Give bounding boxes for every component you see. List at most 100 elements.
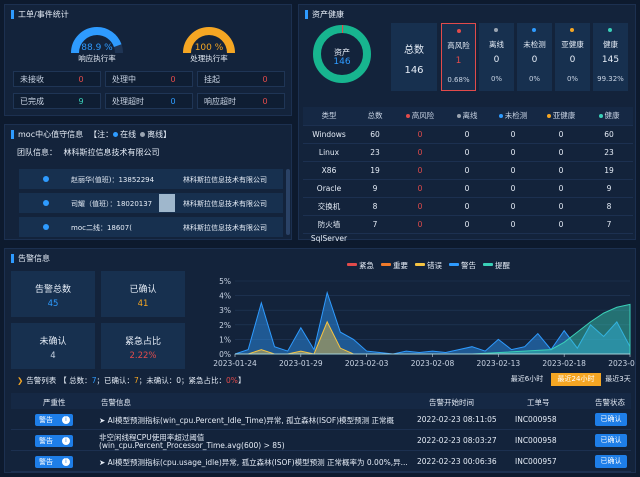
alert-kpi-card[interactable]: 告警总数 45 <box>11 271 95 317</box>
card-pct: 0% <box>490 75 503 83</box>
duty-scrollbar[interactable] <box>286 169 290 235</box>
alert-ticket[interactable]: INC000957 <box>515 457 557 466</box>
time-range-tab[interactable]: 最近6小时 <box>505 373 549 386</box>
alert-list-title: 告警列表 <box>26 376 57 385</box>
alert-kpi-card[interactable]: 未确认 4 <box>11 323 95 369</box>
asset-table-row[interactable]: 交换机 8 0 0 0 0 8 <box>303 196 633 215</box>
asset-table-cell: 0 <box>445 124 489 143</box>
status-dot-icon <box>570 28 574 32</box>
col-severity: 严重性 <box>43 398 66 407</box>
legend-label: 错误 <box>427 260 442 270</box>
total-label: 总数 <box>404 45 424 56</box>
total-value: 146 <box>404 65 424 76</box>
asset-table-cell <box>355 232 395 243</box>
confirm-status-button[interactable]: 已确认 <box>595 413 627 426</box>
workorder-panel: 工单/事件统计 88.9 % 响应执行率 100 % 处理执行率 未接收 0 处理中… <box>4 4 292 116</box>
kpi-label: 未确认 <box>39 337 67 347</box>
asset-status-card[interactable]: 未检测 0 0% <box>517 23 552 91</box>
y-tick-label: 0% <box>219 350 231 359</box>
stat-cell[interactable]: 未接收 0 <box>13 71 101 87</box>
alert-table-header: 严重性 告警信息 告警开始时间 工单号 告警状态 <box>11 393 631 409</box>
severity-badge[interactable]: 警告 i <box>35 414 73 426</box>
asset-table-row[interactable]: Linux 23 0 0 0 0 23 <box>303 142 633 161</box>
asset-status-card[interactable]: 离线 0 0% <box>479 23 514 91</box>
alert-start-time: 2022-02-23 08:11:05 <box>417 415 497 424</box>
x-tick-label: 2023-02-13 <box>477 359 521 368</box>
stat-label: 未接收 <box>20 74 44 84</box>
col-ticket: 工单号 <box>527 398 550 407</box>
asset-status-card[interactable]: 亚健康 0 0% <box>555 23 590 91</box>
asset-table-cell: 9 <box>355 178 395 197</box>
severity-info-icon: i <box>62 437 70 445</box>
alert-kpi-card[interactable]: 紧急占比 2.22% <box>101 323 185 369</box>
x-tick-label: 2023-02-18 <box>542 359 586 368</box>
asset-col-label: 未检测 <box>504 111 528 121</box>
asset-table-cell: 0 <box>489 124 537 143</box>
stat-cell[interactable]: 处理中 0 <box>105 71 193 87</box>
asset-table-row[interactable]: SqlServer <box>303 232 633 243</box>
alert-info-detail: (win_cpu.Percent_Processor_Time.avg(600)… <box>99 441 285 450</box>
response-rate-label: 响应执行率 <box>78 54 116 63</box>
asset-table-cell: Windows <box>303 124 355 143</box>
online-status-icon <box>43 224 49 230</box>
x-tick-label: 2023-02-08 <box>411 359 455 368</box>
duty-company: 林科斯拉信息技术有限公司 <box>183 224 267 232</box>
kpi-value: 2.22% <box>129 351 157 361</box>
severity-badge[interactable]: 警告 i <box>35 435 73 447</box>
asset-table-cell: 0 <box>445 178 489 197</box>
confirm-status-button[interactable]: 已确认 <box>595 455 627 468</box>
legend-swatch <box>347 263 357 266</box>
stat-label: 处理中 <box>112 74 136 84</box>
alert-start-time: 2022-02-23 00:06:36 <box>417 457 497 466</box>
asset-status-card[interactable]: 高风险 1 0.68% <box>441 23 476 91</box>
alert-list-header: ❯ 告警列表 【 总数： 7 ；已确认： 7 ；未确认： 0 ；紧急占比： 0%… <box>17 375 245 386</box>
alert-ticket[interactable]: INC000958 <box>515 436 557 445</box>
legend-swatch <box>415 263 425 266</box>
asset-table-cell: 0 <box>489 214 537 233</box>
time-range-tab[interactable]: 最近24小时 <box>551 373 601 386</box>
duty-company: 林科斯拉信息技术有限公司 <box>183 176 267 184</box>
card-label: 亚健康 <box>561 40 584 49</box>
asset-table-cell: 0 <box>395 124 445 143</box>
stat-cell[interactable]: 响应超时 0 <box>197 93 285 109</box>
asset-table-cell: 0 <box>445 142 489 161</box>
severity-info-icon: i <box>62 416 70 424</box>
asset-status-card[interactable]: 健康 145 99.32% <box>593 23 628 91</box>
asset-table-cell: 9 <box>585 178 633 197</box>
card-pct: 99.32% <box>597 75 624 83</box>
duty-row: moc二线：18607(林科斯拉信息技术有限公司 <box>19 217 283 237</box>
asset-col-header: 亚健康 <box>537 107 585 125</box>
status-dot-icon <box>608 28 612 32</box>
status-dot-icon <box>457 29 461 33</box>
card-value: 0 <box>493 55 500 65</box>
status-dot-icon <box>498 114 503 119</box>
col-status: 告警状态 <box>595 398 625 407</box>
stat-cell[interactable]: 处理超时 0 <box>105 93 193 109</box>
alert-row[interactable]: 警告 i 非空闲线程CPU使用率超过阈值 (win_cpu.Percent_Proce… <box>11 431 631 451</box>
summary-sep3: ；紧急占比： <box>181 376 227 385</box>
y-tick-label: 2% <box>219 321 231 330</box>
alert-row[interactable]: 警告 i ➤ AI模型预测指标(cpu.usage_idle)异常, 孤立森林(IS… <box>11 452 631 472</box>
alert-panel: 告警信息 告警总数 45 已确认 41 未确认 4 紧急占比 2.22% 紧急 重要 错误 警告 提醒… <box>4 248 636 473</box>
offline-dot-icon <box>140 132 146 137</box>
stat-cell[interactable]: 已完成 9 <box>13 93 101 109</box>
stat-label: 挂起 <box>204 74 220 84</box>
asset-table-row[interactable]: 防火墙 7 0 0 0 0 7 <box>303 214 633 233</box>
asset-table-row[interactable]: Oracle 9 0 0 0 0 9 <box>303 178 633 197</box>
alert-row[interactable]: 警告 i ➤ AI模型预测指标(win_cpu.Percent_Idle_Time)… <box>11 410 631 430</box>
alert-kpi-card[interactable]: 已确认 41 <box>101 271 185 317</box>
severity-badge[interactable]: 警告 i <box>35 456 73 468</box>
legend-label: 重要 <box>393 261 408 270</box>
alert-ticket[interactable]: INC000958 <box>515 415 557 424</box>
asset-table-row[interactable]: X86 19 0 0 0 0 19 <box>303 160 633 179</box>
stat-cell[interactable]: 挂起 0 <box>197 71 285 87</box>
process-rate-value: 100 % <box>194 43 224 53</box>
legend-swatch <box>449 263 459 266</box>
asset-table-cell: 8 <box>585 196 633 215</box>
asset-col-header: 类型 <box>303 107 355 125</box>
legend-label: 警告 <box>461 260 476 270</box>
duty-person: 赵丽华(值班)：13852294 <box>71 176 155 184</box>
confirm-status-button[interactable]: 已确认 <box>595 434 627 447</box>
time-range-tab[interactable]: 最近3天 <box>603 373 633 386</box>
asset-table-row[interactable]: Windows 60 0 0 0 0 60 <box>303 124 633 143</box>
